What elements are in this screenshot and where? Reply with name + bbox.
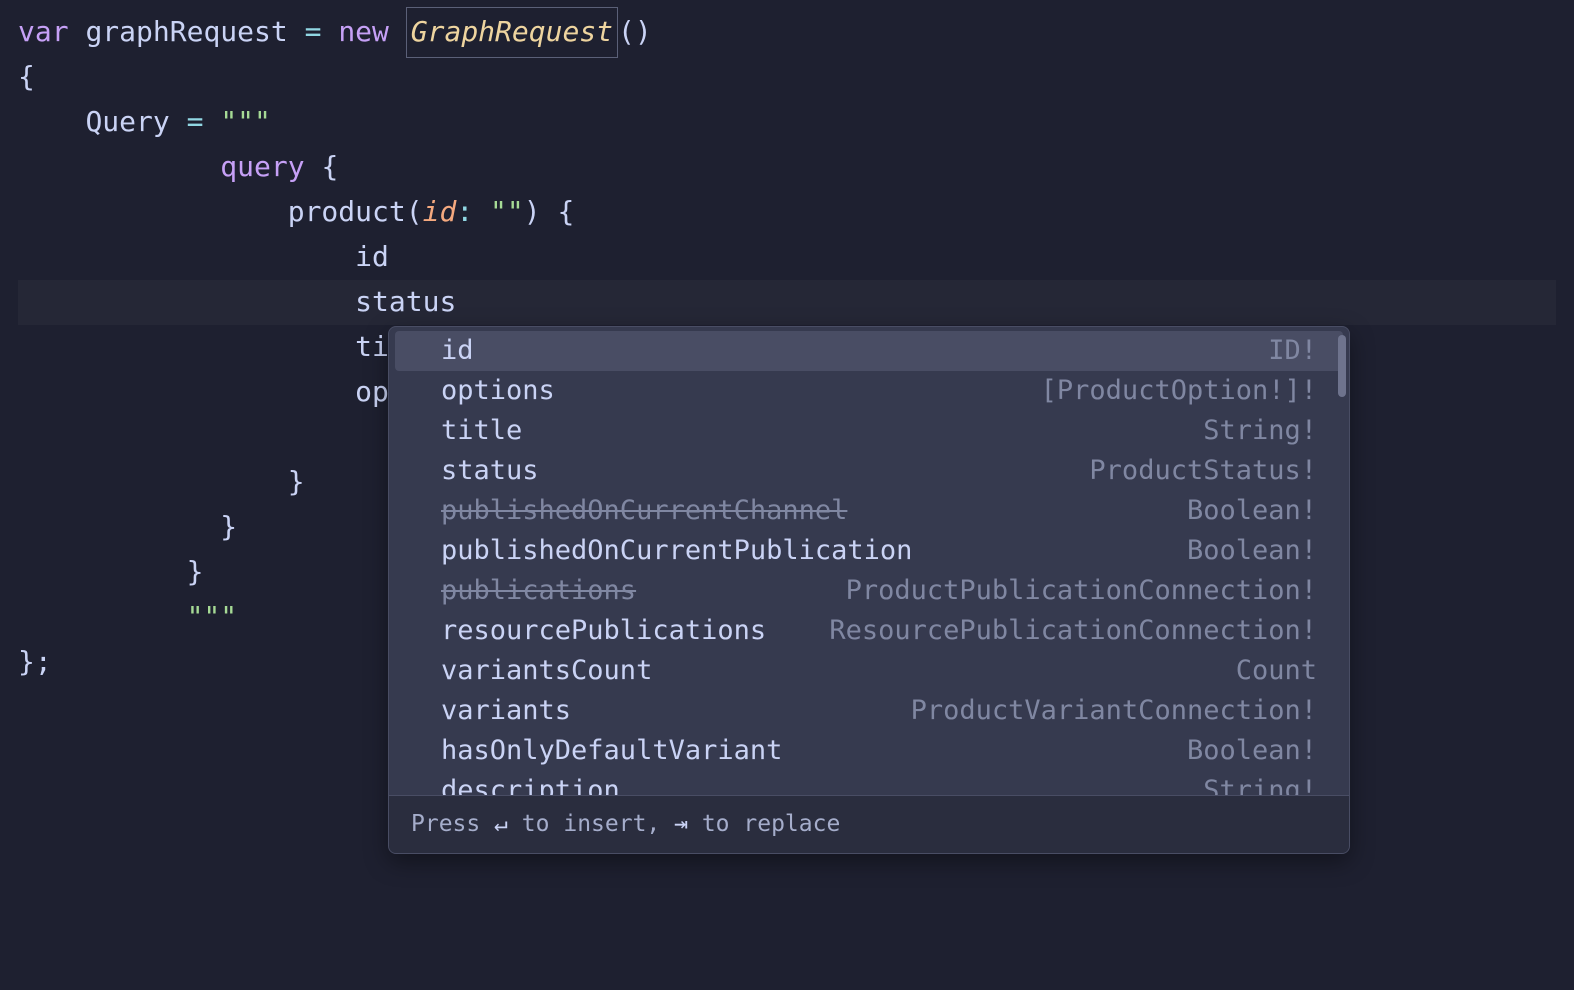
autocomplete-item-hasOnlyDefaultVariant[interactable]: hasOnlyDefaultVariant Boolean!: [389, 731, 1349, 771]
autocomplete-item-id[interactable]: id ID!: [395, 331, 1343, 371]
autocomplete-item-name: options: [441, 369, 555, 412]
autocomplete-item-type: [ProductOption!]!: [1041, 369, 1317, 412]
gql-string: "": [473, 190, 524, 235]
brace-close: }: [187, 550, 204, 595]
autocomplete-item-type: String!: [1203, 769, 1317, 795]
code-line-2: {: [18, 55, 1556, 100]
autocomplete-item-type: Boolean!: [1187, 729, 1317, 772]
code-line-3: Query = """: [18, 100, 1556, 145]
tab-key-icon: ⇥: [674, 811, 688, 837]
closing-brace-semi: };: [18, 640, 52, 685]
autocomplete-item-name: variantsCount: [441, 649, 652, 692]
autocomplete-item-type: ProductVariantConnection!: [911, 689, 1317, 732]
code-line-4: query {: [18, 145, 1556, 190]
autocomplete-list[interactable]: id ID! options [ProductOption!]! title String…: [389, 327, 1349, 795]
gql-field-id: id: [355, 235, 389, 280]
autocomplete-item-variants[interactable]: variants ProductVariantConnection!: [389, 691, 1349, 731]
autocomplete-item-name: variants: [441, 689, 571, 732]
autocomplete-item-status[interactable]: status ProductStatus!: [389, 451, 1349, 491]
autocomplete-item-name: publishedOnCurrentPublication: [441, 529, 912, 572]
gql-param-id: id: [423, 190, 457, 235]
brace-close: }: [220, 505, 237, 550]
code-line-6: id: [18, 235, 1556, 280]
enter-key-icon: ↵: [494, 811, 508, 837]
autocomplete-item-name: status: [441, 449, 539, 492]
autocomplete-item-type: Boolean!: [1187, 489, 1317, 532]
type-name: GraphRequest: [406, 7, 618, 58]
autocomplete-item-type: ProductStatus!: [1089, 449, 1317, 492]
autocomplete-item-options[interactable]: options [ProductOption!]!: [389, 371, 1349, 411]
brace-open: {: [18, 55, 35, 100]
triple-quote-close: """: [187, 595, 238, 640]
triple-quote: """: [220, 100, 271, 145]
autocomplete-footer: Press ↵ to insert, ⇥ to replace: [389, 795, 1349, 853]
code-line-7-active: status: [18, 280, 1556, 325]
keyword-var: var: [18, 10, 69, 55]
code-line-1: var graphRequest = new GraphRequest(): [18, 10, 1556, 55]
gql-field-status: status: [355, 280, 456, 325]
autocomplete-popup[interactable]: id ID! options [ProductOption!]! title String…: [388, 326, 1350, 854]
keyword-new: new: [338, 10, 389, 55]
autocomplete-item-name: publications: [441, 569, 636, 612]
gql-keyword-query: query: [220, 145, 304, 190]
autocomplete-item-type: String!: [1203, 409, 1317, 452]
autocomplete-item-type: Count: [1236, 649, 1317, 692]
autocomplete-item-title[interactable]: title String!: [389, 411, 1349, 451]
autocomplete-item-name: publishedOnCurrentChannel: [441, 489, 847, 532]
identifier: graphRequest: [85, 10, 287, 55]
autocomplete-item-name: id: [441, 329, 474, 372]
autocomplete-item-variantsCount[interactable]: variantsCount Count: [389, 651, 1349, 691]
scrollbar-thumb[interactable]: [1338, 335, 1346, 397]
operator-equals: =: [305, 10, 322, 55]
autocomplete-item-name: hasOnlyDefaultVariant: [441, 729, 782, 772]
autocomplete-item-publications[interactable]: publications ProductPublicationConnection…: [389, 571, 1349, 611]
autocomplete-item-type: ProductPublicationConnection!: [846, 569, 1317, 612]
property-name: Query: [85, 100, 169, 145]
autocomplete-item-type: Boolean!: [1187, 529, 1317, 572]
autocomplete-item-publishedOnCurrentChannel[interactable]: publishedOnCurrentChannel Boolean!: [389, 491, 1349, 531]
code-line-5: product(id: "") {: [18, 190, 1556, 235]
autocomplete-item-publishedOnCurrentPublication[interactable]: publishedOnCurrentPublication Boolean!: [389, 531, 1349, 571]
autocomplete-item-description[interactable]: description String!: [389, 771, 1349, 795]
autocomplete-item-name: resourcePublications: [441, 609, 766, 652]
autocomplete-item-name: description: [441, 769, 620, 795]
operator-equals: =: [187, 100, 204, 145]
autocomplete-item-name: title: [441, 409, 522, 452]
brace-close: }: [288, 460, 305, 505]
autocomplete-item-type: ID!: [1268, 329, 1317, 372]
parens: (): [618, 10, 652, 55]
autocomplete-item-resourcePublications[interactable]: resourcePublications ResourcePublicationC…: [389, 611, 1349, 651]
gql-function: product: [288, 190, 406, 235]
autocomplete-item-type: ResourcePublicationConnection!: [829, 609, 1317, 652]
